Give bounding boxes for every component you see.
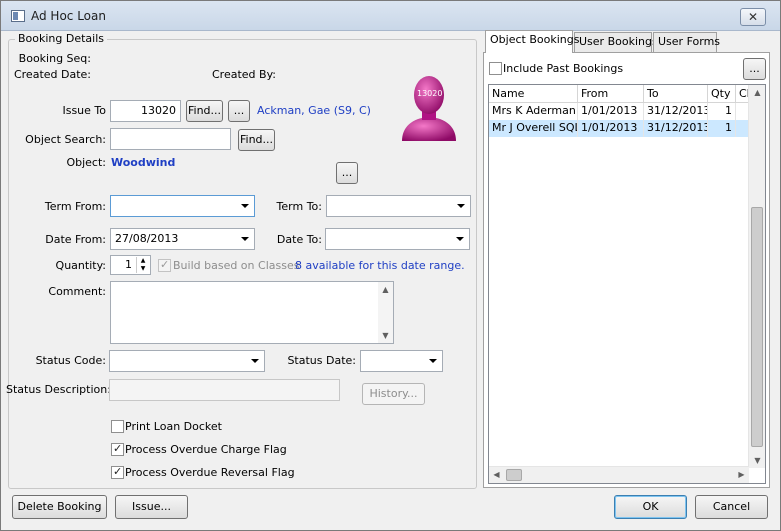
object-more-button[interactable]: ... [336,162,358,184]
grid-vertical-scrollbar[interactable]: ▲ ▼ [748,85,765,468]
include-past-label: Include Past Bookings [503,62,624,75]
scroll-right-icon[interactable]: ▶ [734,467,749,482]
status-description-input[interactable] [109,379,340,401]
ad-hoc-loan-window: Ad Hoc Loan ✕ Booking Details Booking Se… [0,0,781,531]
grid-horizontal-scrollbar[interactable]: ◀ ▶ [489,466,749,483]
scroll-down-icon[interactable]: ▼ [378,328,393,343]
object-bookings-panel: Include Past Bookings ... Name From To Q… [483,52,770,488]
status-code-select[interactable] [109,350,265,372]
overdue-charge-checkbox[interactable] [111,442,124,456]
date-from-value: 27/08/2013 [115,232,179,245]
object-search-input[interactable] [110,128,231,150]
date-from-picker[interactable]: 27/08/2013 [110,228,255,250]
bookings-more-button[interactable]: ... [743,58,766,80]
delete-booking-button[interactable]: Delete Booking [12,495,107,519]
column-header-name[interactable]: Name [489,85,578,103]
status-date-label: Status Date: [287,354,356,367]
overdue-reversal-label: Process Overdue Reversal Flag [125,466,295,479]
window-icon [11,10,25,22]
cell-to: 31/12/2013 [644,120,708,137]
date-to-picker[interactable] [325,228,470,250]
scroll-left-icon[interactable]: ◀ [489,467,504,482]
quantity-stepper[interactable]: 1 ▲ ▼ [110,255,151,275]
horizontal-scroll-thumb[interactable] [506,469,522,481]
bookings-grid: Name From To Qty Cla Mrs K Aderman 1/01/… [488,84,766,484]
column-header-qty[interactable]: Qty [708,85,736,103]
tab-user-bookings[interactable]: User Bookings [574,32,658,52]
issue-to-find-button[interactable]: Find... [186,100,223,122]
build-classes-label: Build based on Classes [173,259,300,272]
table-row[interactable]: Mrs K Aderman 1/01/2013 31/12/2013 1 [489,103,750,120]
scroll-up-icon[interactable]: ▲ [750,85,765,100]
issue-to-name-link[interactable]: Ackman, Gae (S9, C) [257,104,371,117]
cell-from: 1/01/2013 [578,103,644,120]
include-past-checkbox[interactable] [489,62,502,75]
stepper-up-icon[interactable]: ▲ [136,257,149,265]
person-icon [402,76,456,141]
user-avatar: 13020 [398,73,460,141]
avatar-id: 13020 [417,89,443,98]
overdue-reversal-checkbox[interactable] [111,465,124,479]
close-button[interactable]: ✕ [740,8,766,26]
quantity-label: Quantity: [55,259,106,272]
column-header-from[interactable]: From [578,85,644,103]
cell-to: 31/12/2013 [644,103,708,120]
window-title: Ad Hoc Loan [31,9,106,23]
chevron-down-icon [457,204,465,208]
table-row[interactable]: Mr J Overell SQL 1/01/2013 31/12/2013 1 [489,120,750,137]
booking-seq-label: Booking Seq: [18,52,91,65]
chevron-down-icon [456,237,464,241]
cell-name: Mr J Overell SQL [489,120,578,137]
comment-label: Comment: [48,285,106,298]
column-header-to[interactable]: To [644,85,708,103]
object-find-button[interactable]: Find... [238,129,275,151]
cancel-button[interactable]: Cancel [695,495,768,519]
chevron-down-icon [251,359,259,363]
cell-from: 1/01/2013 [578,120,644,137]
tab-object-bookings[interactable]: Object Bookings [485,30,579,53]
chevron-down-icon [241,237,249,241]
title-bar: Ad Hoc Loan ✕ [1,1,780,31]
quantity-value: 1 [125,258,132,271]
object-label: Object: [66,156,106,169]
vertical-scroll-thumb[interactable] [751,207,763,447]
term-from-label: Term From: [44,200,106,213]
overdue-charge-label: Process Overdue Charge Flag [125,443,287,456]
ok-button[interactable]: OK [614,495,687,519]
term-from-select[interactable] [110,195,255,217]
issue-to-label: Issue To [62,104,106,117]
cell-qty: 1 [708,103,736,120]
scroll-up-icon[interactable]: ▲ [378,282,393,297]
scroll-down-icon[interactable]: ▼ [750,453,765,468]
term-to-label: Term To: [276,200,322,213]
tab-user-forms[interactable]: User Forms [653,32,720,52]
object-value: Woodwind [111,156,176,169]
print-docket-checkbox[interactable] [111,420,124,433]
stepper-down-icon[interactable]: ▼ [136,265,149,273]
chevron-down-icon [429,359,437,363]
build-classes-checkbox[interactable] [158,258,171,272]
history-button[interactable]: History... [362,383,425,405]
print-docket-label: Print Loan Docket [125,420,222,433]
issue-button[interactable]: Issue... [115,495,188,519]
date-from-label: Date From: [45,233,106,246]
booking-details-title: Booking Details [15,32,108,45]
term-to-select[interactable] [326,195,471,217]
comment-scrollbar[interactable]: ▲ ▼ [378,282,393,343]
issue-to-input[interactable]: 13020 [110,100,181,122]
object-search-label: Object Search: [25,133,106,146]
cell-name: Mrs K Aderman [489,103,578,120]
status-description-label: Status Description: [6,383,111,396]
date-to-label: Date To: [276,233,322,246]
status-code-label: Status Code: [35,354,106,367]
issue-to-more-button[interactable]: ... [228,100,250,122]
chevron-down-icon [241,204,249,208]
created-by-label: Created By: [212,68,276,81]
cell-qty: 1 [708,120,736,137]
status-date-picker[interactable] [360,350,443,372]
comment-textarea[interactable]: ▲ ▼ [110,281,394,344]
created-date-label: Created Date: [13,68,91,81]
availability-text: 8 available for this date range. [295,259,465,272]
